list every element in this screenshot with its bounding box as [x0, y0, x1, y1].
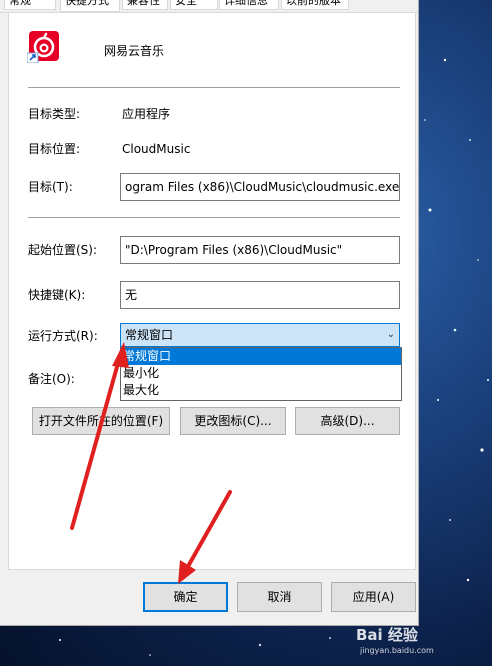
target-label: 目标(T): [28, 180, 73, 194]
shortcut-key-label: 快捷键(K): [28, 288, 86, 302]
app-name: 网易云音乐 [104, 44, 165, 58]
dropdown-option-minimized[interactable]: 最小化 [121, 365, 401, 382]
run-select[interactable]: 常规窗口 ⌄ [120, 323, 400, 347]
tab-details[interactable]: 详细信息 [219, 0, 279, 10]
comment-label: 备注(O): [28, 372, 75, 386]
advanced-button[interactable]: 高级(D)... [295, 407, 400, 435]
separator [28, 217, 400, 218]
target-field[interactable]: ogram Files (x86)\CloudMusic\cloudmusic.… [120, 173, 400, 201]
tab-previous-versions[interactable]: 以前的版本 [281, 0, 349, 10]
target-location-value: CloudMusic [122, 142, 191, 156]
shortcut-key-field[interactable]: 无 [120, 281, 400, 309]
target-location-label: 目标位置: [28, 142, 81, 156]
cancel-button[interactable]: 取消 [237, 582, 322, 612]
netease-music-icon [27, 31, 59, 63]
target-type-label: 目标类型: [28, 107, 81, 121]
ok-button[interactable]: 确定 [143, 582, 228, 612]
watermark-title: Bai 经验 [356, 626, 418, 644]
dropdown-option-normal[interactable]: 常规窗口 [121, 348, 401, 365]
tab-security[interactable]: 安全 [170, 0, 218, 10]
baidu-watermark: Bai 经验 jingyan.baidu.com [350, 620, 490, 660]
watermark-url: jingyan.baidu.com [360, 646, 434, 655]
tab-general[interactable]: 常规 [4, 0, 56, 10]
chevron-down-icon[interactable]: ⌄ [387, 324, 395, 346]
properties-dialog: 常规 快捷方式 兼容性 安全 详细信息 以前的版本 网易云音乐 目标类型: 应用… [0, 0, 419, 626]
dropdown-option-maximized[interactable]: 最大化 [121, 382, 401, 399]
open-location-button[interactable]: 打开文件所在的位置(F) [32, 407, 170, 435]
start-in-field[interactable]: "D:\Program Files (x86)\CloudMusic" [120, 236, 400, 264]
run-dropdown: 常规窗口 最小化 最大化 [120, 347, 402, 401]
run-label: 运行方式(R): [28, 329, 98, 343]
apply-button[interactable]: 应用(A) [331, 582, 416, 612]
tab-shortcut[interactable]: 快捷方式 [60, 0, 120, 12]
start-in-label: 起始位置(S): [28, 243, 98, 257]
target-type-value: 应用程序 [122, 107, 171, 121]
separator [28, 87, 400, 88]
change-icon-button[interactable]: 更改图标(C)... [180, 407, 286, 435]
tab-compatibility[interactable]: 兼容性 [122, 0, 168, 10]
run-select-value: 常规窗口 [125, 328, 174, 342]
